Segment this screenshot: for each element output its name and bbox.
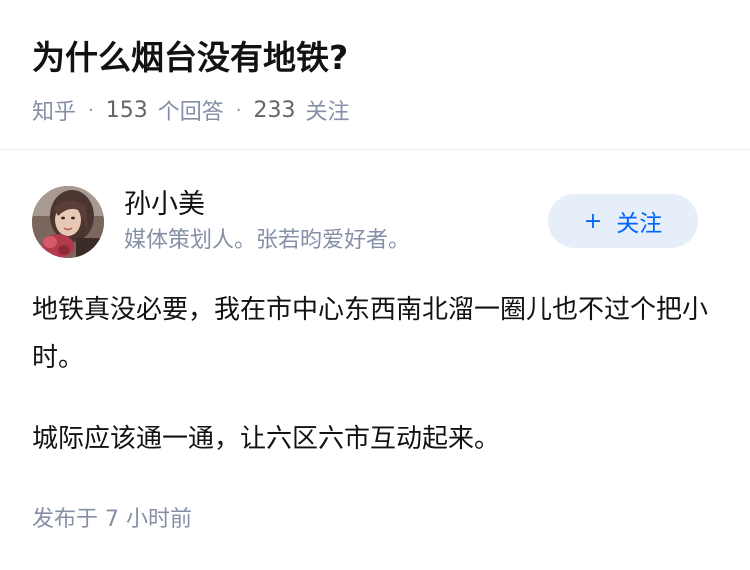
- answer-count: 153: [105, 97, 148, 123]
- author-info: 孙小美 媒体策划人。张若昀爱好者。 + 关注: [32, 186, 718, 258]
- author-name[interactable]: 孙小美: [124, 188, 205, 222]
- author-bio: 媒体策划人。张若昀爱好者。: [124, 228, 411, 253]
- question-meta: 知乎 · 153 个回答 · 233 关注: [32, 93, 350, 127]
- published-time: 7 小时前: [105, 507, 193, 532]
- question-title[interactable]: 为什么烟台没有地铁?: [32, 36, 348, 80]
- published-label: 发布于: [32, 507, 99, 532]
- follower-count: 233: [253, 97, 296, 123]
- answer-content: 地铁真没必要，我在市中心东西南北溜一圈儿也不过个把小时。 城际应该通一通，让六区…: [32, 286, 722, 496]
- publish-time: 发布于 7 小时前: [32, 504, 192, 536]
- meta-separator: ·: [88, 99, 94, 121]
- plus-icon: +: [583, 208, 603, 234]
- source-label[interactable]: 知乎: [32, 94, 76, 126]
- question-header: 为什么烟台没有地铁? 知乎 · 153 个回答 · 233 关注: [0, 0, 750, 150]
- follow-button[interactable]: + 关注: [548, 194, 698, 248]
- follower-count-label[interactable]: 关注: [306, 94, 350, 126]
- meta-separator: ·: [235, 99, 242, 121]
- answer-paragraph: 地铁真没必要，我在市中心东西南北溜一圈儿也不过个把小时。: [32, 295, 709, 373]
- avatar-image: [32, 186, 104, 258]
- answer-paragraph: 城际应该通一通，让六区六市互动起来。: [32, 424, 501, 454]
- avatar[interactable]: [32, 186, 104, 258]
- answer-count-label[interactable]: 个回答: [158, 94, 224, 126]
- follow-label: 关注: [616, 211, 663, 237]
